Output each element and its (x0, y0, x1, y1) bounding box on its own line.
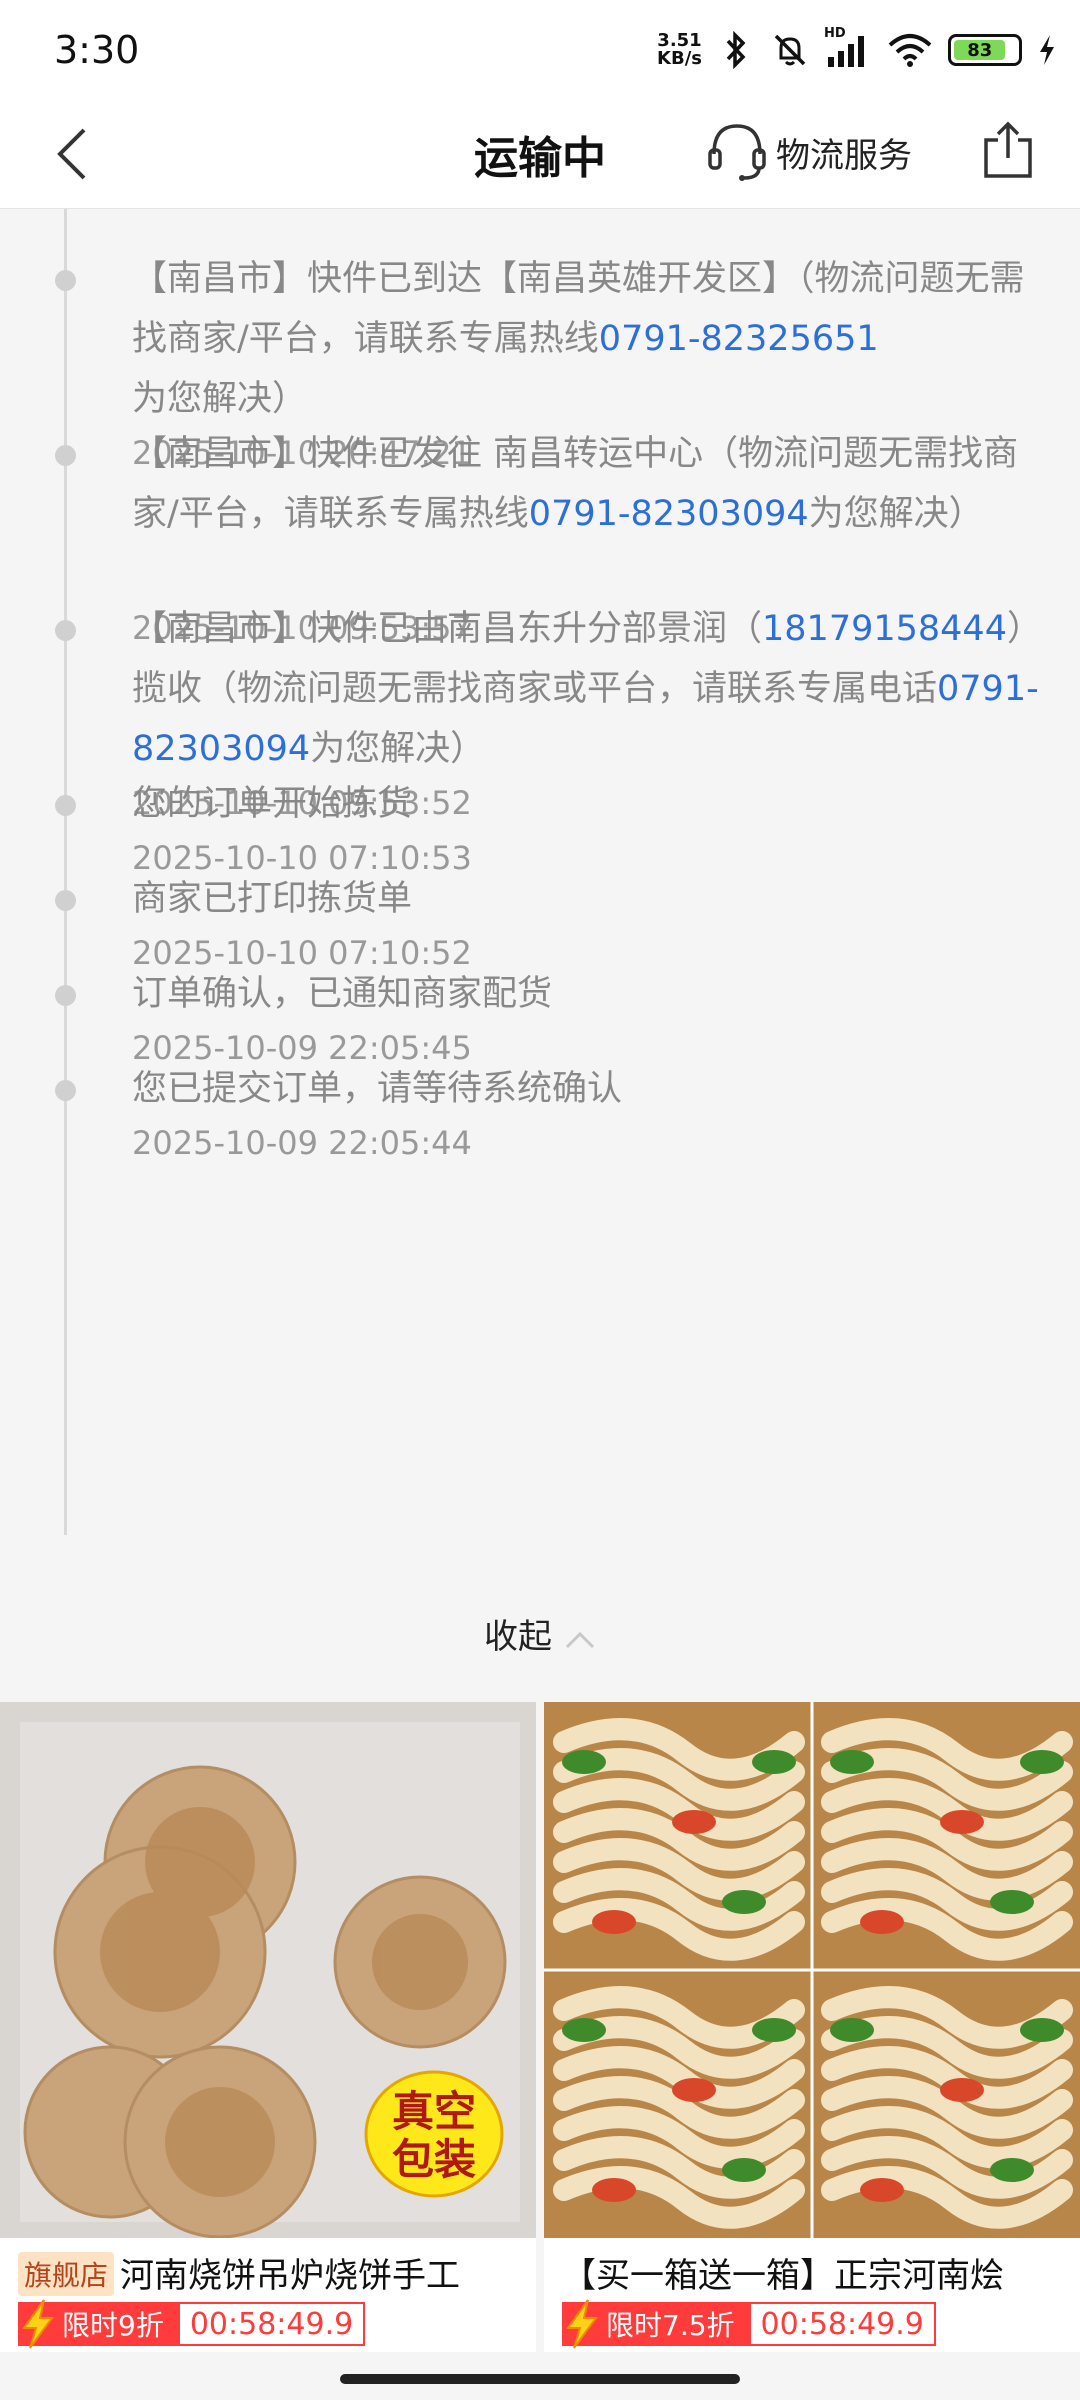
product-image (544, 1702, 1080, 2238)
product-image: 真空 包装 (0, 1702, 536, 2238)
signal-hd-icon: HD (824, 26, 872, 70)
timeline-message: 您已提交订单，请等待系统确认 (132, 1059, 1044, 1119)
lightning-icon (566, 2299, 598, 2349)
mute-bell-icon (770, 30, 810, 70)
page-title: 运输中 (474, 133, 606, 184)
battery-level: 83 (954, 40, 1006, 61)
sticker-line-2: 包装 (392, 2135, 476, 2184)
message-text: 【南昌市】快件已由南昌东升分部景润（ (132, 609, 763, 649)
product-card[interactable]: 【买一箱送一箱】正宗河南烩 限时7.5折 00:58:49.9 (544, 1702, 1080, 2352)
phone-link[interactable]: 0791-82325651 (599, 319, 879, 359)
timeline-dot (55, 270, 76, 291)
message-text: 【南昌市】快件已到达【南昌英雄开发区】（物流问题无需找商家/平台，请联系专属热线 (132, 259, 1025, 359)
battery-indicator: 83 (948, 34, 1022, 66)
timeline-message: 商家已打印拣货单 (132, 869, 1044, 929)
bluetooth-icon (716, 30, 756, 70)
promo-row: 限时7.5折 00:58:49.9 (562, 2299, 936, 2349)
timeline-line (64, 209, 67, 1535)
timeline-dot (55, 985, 76, 1006)
status-icons: 3.51 KB/s HD 83 (657, 26, 1058, 70)
timeline-timestamp: 2025-10-09 22:05:44 (132, 1124, 472, 1162)
timeline-dot (55, 795, 76, 816)
sticker-line-1: 真空 (392, 2087, 476, 2136)
nav-header: 运输中 物流服务 (0, 100, 1080, 209)
promo-tag: 限时7.5折 (562, 2299, 749, 2349)
message-text: 您已提交订单，请等待系统确认 (132, 1069, 623, 1109)
hd-label: HD (824, 26, 846, 41)
timeline-dot (55, 1080, 76, 1101)
chevron-up-icon (564, 1619, 596, 1659)
product-title-row: 旗舰店 河南烧饼吊炉烧饼手工 (18, 2248, 528, 2297)
product-title: 河南烧饼吊炉烧饼手工 (120, 2256, 461, 2296)
countdown-timer: 00:58:49.9 (177, 2302, 366, 2346)
lightning-icon (22, 2299, 54, 2349)
status-bar: 3:30 3.51 KB/s HD 83 (0, 0, 1080, 100)
timeline-message: 您的订单开始拣货 (132, 774, 1044, 834)
product-title: 【买一箱送一箱】正宗河南烩 (562, 2256, 1004, 2296)
message-text: 商家已打印拣货单 (132, 879, 413, 919)
home-indicator[interactable] (340, 2374, 740, 2384)
phone-link[interactable]: 18179158444 (762, 609, 1007, 649)
share-icon (984, 121, 1032, 178)
promo-label: 限时9折 (62, 2309, 164, 2342)
network-speed-unit: KB/s (657, 48, 702, 69)
charging-icon (1036, 30, 1058, 70)
status-time: 3:30 (54, 28, 140, 72)
headset-icon (708, 124, 766, 181)
message-text: 为您解决） (132, 379, 308, 419)
network-speed: 3.51 KB/s (657, 32, 702, 68)
timeline-message: 【南昌市】快件已到达【南昌英雄开发区】（物流问题无需找商家/平台，请联系专属热线… (132, 249, 1044, 429)
timeline-dot (55, 890, 76, 911)
message-text: 订单确认，已通知商家配货 (132, 974, 553, 1014)
message-text: 为您解决） (808, 494, 984, 534)
product-card[interactable]: 真空 包装 旗舰店 河南烧饼吊炉烧饼手工 限时9折 00:58:49.9 (0, 1702, 536, 2352)
collapse-button[interactable]: 收起 (0, 1609, 1080, 1659)
promo-tag: 限时9折 (18, 2299, 178, 2349)
message-text: 为您解决） (310, 729, 486, 769)
timeline-dot (55, 445, 76, 466)
timeline-message: 订单确认，已通知商家配货 (132, 964, 1044, 1024)
logistics-timeline: 【南昌市】快件已到达【南昌英雄开发区】（物流问题无需找商家/平台，请联系专属热线… (0, 209, 1080, 1679)
message-text: 您的订单开始拣货 (132, 784, 413, 824)
product-title-row: 【买一箱送一箱】正宗河南烩 (562, 2248, 1072, 2297)
recommended-products: 真空 包装 旗舰店 河南烧饼吊炉烧饼手工 限时9折 00:58:49.9 【买一箱… (0, 1702, 1080, 2352)
share-button[interactable] (980, 118, 1036, 182)
promo-row: 限时9折 00:58:49.9 (18, 2299, 366, 2349)
logistics-service-button[interactable]: 物流服务 (706, 118, 912, 186)
logistics-service-label: 物流服务 (776, 135, 912, 176)
timeline-dot (55, 620, 76, 641)
promo-label: 限时7.5折 (606, 2309, 735, 2342)
timeline-message: 【南昌市】快件已由南昌东升分部景润（18179158444）揽收（物流问题无需找… (132, 599, 1044, 779)
countdown-timer: 00:58:49.9 (748, 2302, 936, 2346)
wifi-icon (886, 30, 934, 70)
phone-link[interactable]: 0791-82303094 (529, 494, 809, 534)
collapse-label: 收起 (484, 1617, 552, 1657)
timeline-message: 【南昌市】快件已发往 南昌转运中心（物流问题无需找商家/平台，请联系专属热线07… (132, 424, 1044, 544)
flagship-badge: 旗舰店 (18, 2252, 115, 2296)
